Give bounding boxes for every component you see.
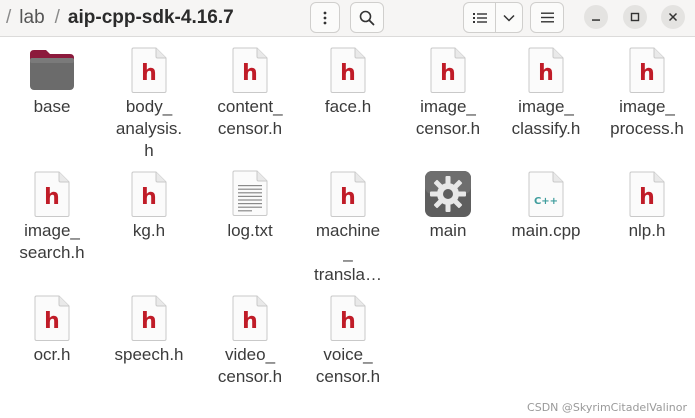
breadcrumb-separator: / — [54, 7, 60, 28]
svg-text:h: h — [44, 185, 60, 210]
svg-text:h: h — [639, 185, 655, 210]
file-item[interactable]: h kg.h — [99, 160, 199, 242]
folder-icon — [28, 46, 76, 94]
file-name-label: image_ censor.h — [415, 97, 481, 138]
executable-gear-icon — [424, 170, 472, 218]
file-item[interactable]: h ocr.h — [2, 284, 102, 366]
close-icon — [668, 12, 678, 22]
file-name-label: image_ process.h — [610, 97, 684, 138]
file-name-label: image_ search.h — [19, 221, 85, 262]
header-bar: / lab / aip-cpp-sdk-4.16.7 — [0, 0, 695, 37]
svg-text:h: h — [639, 61, 655, 86]
c-header-file-icon: h — [125, 46, 173, 94]
c-header-file-icon: h — [28, 294, 76, 342]
path-menu-button[interactable] — [310, 2, 340, 33]
watermark: CSDN @SkyrimCitadelValinor — [527, 401, 687, 414]
file-item[interactable]: h voice_ censor.h — [298, 284, 398, 388]
c-header-file-icon: h — [324, 46, 372, 94]
svg-text:h: h — [440, 61, 456, 86]
main-menu-button[interactable] — [530, 2, 564, 33]
svg-text:h: h — [141, 61, 157, 86]
cpp-source-file-icon: C++ — [522, 170, 570, 218]
file-name-label: machine _ transla… — [313, 221, 383, 284]
minimize-icon — [592, 19, 600, 21]
minimize-button[interactable] — [584, 5, 608, 29]
vertical-dots-icon — [323, 11, 327, 24]
file-item[interactable]: h video_ censor.h — [200, 284, 300, 388]
breadcrumb-root-separator: / — [6, 7, 12, 28]
breadcrumb-item-lab[interactable]: lab — [19, 7, 44, 29]
chevron-down-icon — [503, 14, 515, 22]
svg-text:h: h — [538, 61, 554, 86]
file-item[interactable]: log.txt — [200, 160, 300, 242]
svg-text:h: h — [242, 61, 258, 86]
list-view-icon — [472, 12, 487, 23]
file-name-label: nlp.h — [628, 221, 666, 240]
maximize-icon — [630, 12, 640, 22]
file-item[interactable]: h nlp.h — [597, 160, 695, 242]
file-item[interactable]: h machine _ transla… — [298, 160, 398, 286]
file-name-label: main — [429, 221, 467, 240]
c-header-file-icon: h — [28, 170, 76, 218]
file-name-label: image_ classify.h — [511, 97, 581, 138]
file-name-label: main.cpp — [511, 221, 581, 240]
c-header-file-icon: h — [324, 294, 372, 342]
file-item[interactable]: main — [398, 160, 498, 242]
file-grid: base h body_ analysis. h h content_ censor.h… — [0, 36, 695, 418]
file-name-label: log.txt — [227, 221, 273, 240]
file-item[interactable]: h image_ search.h — [2, 160, 102, 264]
svg-text:h: h — [141, 185, 157, 210]
breadcrumb-item-current[interactable]: aip-cpp-sdk-4.16.7 — [68, 7, 234, 29]
file-item[interactable]: h face.h — [298, 36, 398, 118]
view-options-dropdown[interactable] — [496, 3, 522, 32]
c-header-file-icon: h — [623, 46, 671, 94]
c-header-file-icon: h — [226, 294, 274, 342]
hamburger-menu-icon — [540, 12, 554, 23]
file-item[interactable]: h body_ analysis. h — [99, 36, 199, 162]
svg-text:h: h — [242, 309, 258, 334]
file-name-label: voice_ censor.h — [315, 345, 381, 386]
view-toggle-group — [463, 2, 523, 33]
file-name-label: face.h — [324, 97, 372, 116]
svg-text:h: h — [340, 185, 356, 210]
file-name-label: content_ censor.h — [217, 97, 283, 138]
svg-text:C++: C++ — [534, 196, 558, 207]
text-file-icon — [226, 170, 274, 218]
file-name-label: video_ censor.h — [217, 345, 283, 386]
file-item[interactable]: C++ main.cpp — [496, 160, 596, 242]
file-item[interactable]: h content_ censor.h — [200, 36, 300, 140]
c-header-file-icon: h — [522, 46, 570, 94]
file-item[interactable]: base — [2, 36, 102, 118]
file-item[interactable]: h image_ censor.h — [398, 36, 498, 140]
search-button[interactable] — [350, 2, 384, 33]
c-header-file-icon: h — [623, 170, 671, 218]
c-header-file-icon: h — [125, 294, 173, 342]
file-name-label: body_ analysis. h — [115, 97, 183, 160]
c-header-file-icon: h — [125, 170, 173, 218]
list-view-button[interactable] — [464, 3, 497, 32]
file-item[interactable]: h image_ process.h — [597, 36, 695, 140]
file-item[interactable]: h image_ classify.h — [496, 36, 596, 140]
c-header-file-icon: h — [424, 46, 472, 94]
svg-text:h: h — [340, 61, 356, 86]
file-name-label: ocr.h — [33, 345, 71, 364]
svg-text:h: h — [44, 309, 60, 334]
file-name-label: base — [33, 97, 71, 116]
breadcrumb: / lab / aip-cpp-sdk-4.16.7 — [6, 0, 244, 36]
svg-text:h: h — [340, 309, 356, 334]
file-name-label: speech.h — [114, 345, 184, 364]
file-name-label: kg.h — [132, 221, 166, 240]
c-header-file-icon: h — [226, 46, 274, 94]
svg-text:h: h — [141, 309, 157, 334]
maximize-button[interactable] — [623, 5, 647, 29]
c-header-file-icon: h — [324, 170, 372, 218]
search-icon — [359, 10, 375, 25]
close-button[interactable] — [661, 5, 685, 29]
file-item[interactable]: h speech.h — [99, 284, 199, 366]
